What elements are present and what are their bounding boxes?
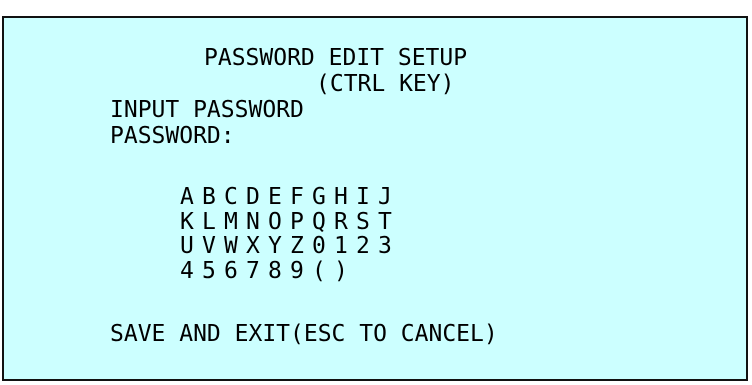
key-R[interactable]: R xyxy=(334,209,356,235)
key-3[interactable]: 3 xyxy=(378,234,400,259)
key-2[interactable]: 2 xyxy=(356,234,378,259)
key-U[interactable]: U xyxy=(180,234,202,259)
menu-title: PASSWORD EDIT SETUP xyxy=(204,45,468,71)
key-S[interactable]: S xyxy=(356,209,378,235)
key-Z[interactable]: Z xyxy=(290,234,312,259)
key-E[interactable]: E xyxy=(268,185,290,210)
key-P[interactable]: P xyxy=(290,209,312,235)
key-O[interactable]: O xyxy=(268,209,290,235)
key-Q[interactable]: Q xyxy=(312,209,334,235)
key-B[interactable]: B xyxy=(202,185,224,210)
key-A[interactable]: A xyxy=(180,185,202,210)
key-I[interactable]: I xyxy=(356,185,378,210)
key-K[interactable]: K xyxy=(180,209,202,235)
keypad-row: A B C D E F G H I J xyxy=(180,185,400,210)
osd-menu-panel: PASSWORD EDIT SETUP (CTRL KEY) INPUT PAS… xyxy=(2,16,748,381)
key-D[interactable]: D xyxy=(246,185,268,210)
keypad-row: U V W X Y Z 0 1 2 3 xyxy=(180,234,400,259)
key-close-paren[interactable]: ) xyxy=(334,258,356,284)
key-W[interactable]: W xyxy=(224,234,246,259)
key-V[interactable]: V xyxy=(202,234,224,259)
key-8[interactable]: 8 xyxy=(268,258,290,284)
keypad-row: K L M N O P Q R S T xyxy=(180,209,400,235)
key-Y[interactable]: Y xyxy=(268,234,290,259)
character-keypad: A B C D E F G H I J K L M N O P Q R S T … xyxy=(180,185,400,283)
key-7[interactable]: 7 xyxy=(246,258,268,284)
key-1[interactable]: 1 xyxy=(334,234,356,259)
key-0[interactable]: 0 xyxy=(312,234,334,259)
key-G[interactable]: G xyxy=(312,185,334,210)
key-F[interactable]: F xyxy=(290,185,312,210)
key-X[interactable]: X xyxy=(246,234,268,259)
menu-subtitle: (CTRL KEY) xyxy=(316,71,455,97)
input-password-prompt: INPUT PASSWORD xyxy=(110,97,304,123)
password-label: PASSWORD: xyxy=(110,123,235,149)
key-open-paren[interactable]: ( xyxy=(312,258,334,284)
key-6[interactable]: 6 xyxy=(224,258,246,284)
key-H[interactable]: H xyxy=(334,185,356,210)
key-9[interactable]: 9 xyxy=(290,258,312,284)
save-and-exit-option[interactable]: SAVE AND EXIT(ESC TO CANCEL) xyxy=(110,322,498,347)
key-T[interactable]: T xyxy=(378,209,400,235)
key-5[interactable]: 5 xyxy=(202,258,224,284)
key-L[interactable]: L xyxy=(202,209,224,235)
key-C[interactable]: C xyxy=(224,185,246,210)
key-M[interactable]: M xyxy=(224,209,246,235)
password-row: PASSWORD: xyxy=(110,124,435,149)
key-4[interactable]: 4 xyxy=(180,258,202,284)
key-J[interactable]: J xyxy=(378,185,400,210)
keypad-row: 4 5 6 7 8 9 ( ) xyxy=(180,258,400,284)
key-N[interactable]: N xyxy=(246,209,268,235)
